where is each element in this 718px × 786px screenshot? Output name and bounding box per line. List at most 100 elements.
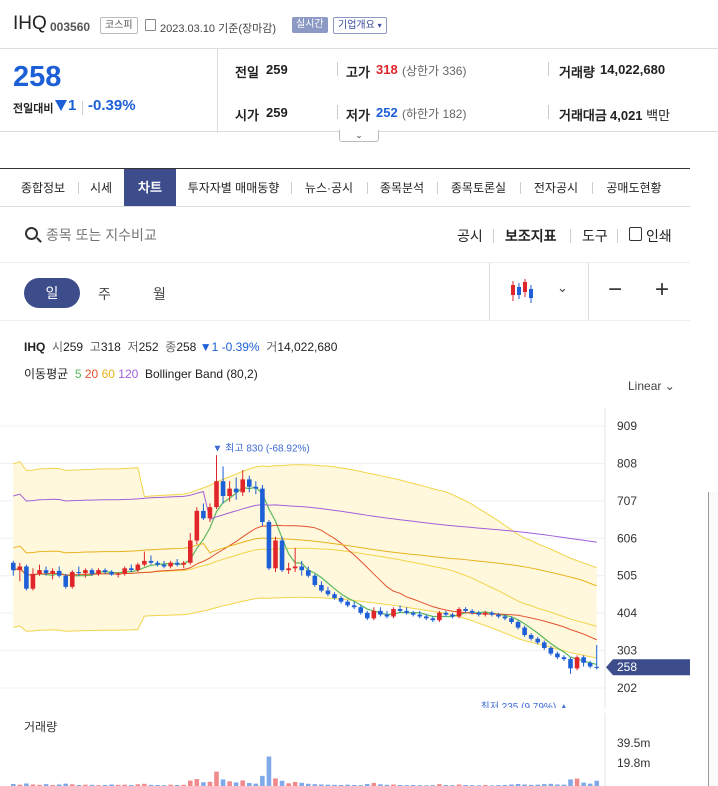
- tab-3[interactable]: 투자자별 매매동향: [176, 169, 291, 206]
- tab-5[interactable]: 종목분석: [367, 169, 437, 206]
- y-tick-label: 202: [617, 681, 637, 695]
- candle-body: [142, 560, 147, 565]
- candle-body: [437, 612, 442, 621]
- candle-body: [528, 635, 534, 639]
- zoom-out-button[interactable]: −: [608, 276, 622, 304]
- candle-body: [371, 610, 377, 619]
- compare-search-input[interactable]: [46, 224, 306, 246]
- realtime-badge[interactable]: 실시간: [292, 17, 328, 33]
- candle-body: [325, 590, 331, 595]
- volume-label: 거래량: [559, 65, 595, 80]
- search-icon[interactable]: [25, 227, 38, 240]
- tab-2[interactable]: 차트: [124, 169, 176, 206]
- period-week-button[interactable]: 주: [98, 284, 111, 304]
- expand-button[interactable]: ⌄: [339, 130, 379, 142]
- candle-body: [76, 572, 82, 574]
- high-label: 고가: [346, 65, 370, 80]
- volume-bar: [227, 781, 232, 786]
- tools-link[interactable]: 도구: [582, 226, 608, 246]
- tab-6[interactable]: 종목토론실: [437, 169, 520, 206]
- tab-4[interactable]: 뉴스·공시: [291, 169, 367, 206]
- divider: [570, 229, 571, 243]
- candle-body: [358, 607, 364, 613]
- ma60-legend: 60: [101, 367, 115, 381]
- period-day-button[interactable]: 일: [24, 278, 80, 308]
- current-price-box: 258 전일대비 1 -0.39%: [0, 49, 218, 133]
- volume-chart: 거래량 39.5m 19.8m: [0, 713, 650, 786]
- candle-body: [450, 614, 455, 617]
- ohlc-info: IHQ 시259 고318 저252 종258 ▼1 -0.39% 거14,02…: [24, 338, 337, 355]
- candle-body: [305, 570, 311, 576]
- candle-body: [253, 486, 259, 489]
- amount-label: 거래대금: [559, 108, 607, 123]
- max-annotation: ▼ 최고 830 (-68.92%): [213, 442, 310, 454]
- candle-body: [266, 521, 272, 569]
- candle-body: [83, 570, 88, 574]
- candle-body: [286, 568, 291, 571]
- period-month-button[interactable]: 월: [153, 284, 166, 304]
- divider: [548, 62, 549, 76]
- candle-body: [581, 657, 586, 663]
- volume-bg: [0, 713, 605, 786]
- ma120-legend: 120: [118, 367, 139, 381]
- amount-unit: 백만: [646, 108, 671, 123]
- volume-bar: [292, 781, 298, 786]
- chevron-down-icon: ⌄: [355, 130, 363, 140]
- candle-body: [17, 566, 23, 571]
- candle-body: [332, 594, 337, 598]
- candle-body: [404, 610, 409, 613]
- zoom-in-button[interactable]: +: [655, 276, 669, 304]
- change-value: 1: [68, 97, 77, 114]
- change-label: 전일대비: [13, 103, 54, 115]
- volume-bar: [240, 780, 246, 786]
- ma20-legend: 20: [84, 367, 99, 381]
- candle-body: [456, 609, 462, 617]
- info-close: 258: [176, 340, 197, 354]
- volume-bar: [220, 779, 226, 786]
- market-badge: 코스피: [100, 17, 138, 34]
- price-chart[interactable]: 909 808 707 606 505 404 303 202 ▼ 최고 830 (-68.92…: [0, 408, 718, 708]
- tab-0[interactable]: 종합정보: [8, 169, 78, 206]
- volume-bar: [568, 779, 573, 786]
- amount-value: 4,021 백만: [610, 105, 670, 124]
- base-date: 2023.03.10 기준(장마감): [160, 20, 276, 36]
- toolbar-row: 공시 보조지표 도구 인쇄: [0, 208, 690, 263]
- candle-body: [50, 570, 55, 574]
- volume-bar: [279, 780, 285, 786]
- volume-bar: [207, 781, 213, 786]
- info-change: ▼1 -0.39%: [199, 340, 260, 354]
- lower-limit: (하한가 182): [402, 107, 467, 121]
- candle-body: [535, 638, 541, 643]
- print-icon[interactable]: [629, 227, 642, 241]
- change-percent: -0.39%: [88, 97, 136, 114]
- chevron-down-icon: ⌄: [664, 379, 675, 393]
- volume-bar: [187, 780, 193, 786]
- company-info-button[interactable]: 기업개요 ▾: [333, 17, 387, 34]
- candle-body: [128, 568, 134, 571]
- print-link[interactable]: 인쇄: [646, 226, 672, 246]
- candle-body: [522, 627, 527, 636]
- prev-close-label: 전일: [235, 65, 259, 80]
- candle-body: [384, 614, 390, 617]
- open-value: 259: [266, 105, 288, 120]
- candle-body: [187, 540, 193, 563]
- candle-body: [509, 618, 514, 623]
- chart-type-selector[interactable]: ⌄: [489, 263, 589, 320]
- tab-7[interactable]: 전자공시: [520, 169, 592, 206]
- candle-body: [574, 657, 580, 669]
- volume-bar: [214, 771, 219, 786]
- candle-body: [496, 614, 501, 617]
- volume-bar: [273, 778, 278, 786]
- candle-body: [364, 612, 370, 619]
- price-panel: 258 전일대비 1 -0.39% 전일 259 고가 318 (상한가 336…: [0, 48, 718, 133]
- tab-1[interactable]: 시세: [78, 169, 124, 206]
- low-value: 252: [376, 105, 398, 120]
- period-row: 일 주 월 ⌄ − +: [0, 263, 690, 321]
- tab-8[interactable]: 공매도현황: [592, 169, 676, 206]
- scale-selector[interactable]: Linear ⌄: [628, 379, 675, 393]
- candle-body: [246, 479, 252, 487]
- disclosure-link[interactable]: 공시: [457, 226, 483, 246]
- indicators-link[interactable]: 보조지표: [505, 226, 557, 246]
- scrollbar[interactable]: [708, 492, 718, 786]
- candle-body: [502, 616, 508, 619]
